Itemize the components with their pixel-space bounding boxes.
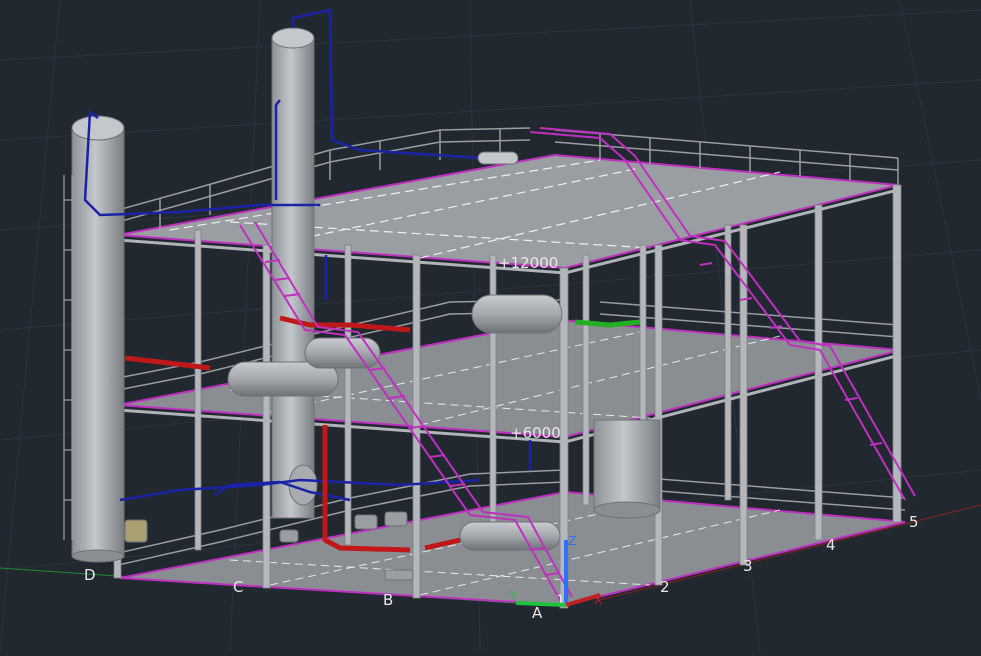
- upper-deck[interactable]: [117, 153, 899, 270]
- left-vessel-ladder: [63, 175, 73, 540]
- axis-label-2: 2: [660, 578, 670, 596]
- top-deck-drum[interactable]: [477, 151, 519, 165]
- elevation-label-middle: +6000: [510, 424, 561, 442]
- axis-label-5: 5: [909, 513, 919, 531]
- axis-label-d: D: [84, 566, 96, 584]
- ucs-y-axis: [515, 601, 567, 607]
- model-viewport[interactable]: +12000 +6000 D C B A 1 2 3 4 5 Z X Y: [0, 0, 981, 653]
- ucs-y-label: Y: [509, 589, 518, 603]
- column-vessel-left[interactable]: [71, 115, 125, 563]
- axis-label-3: 3: [743, 557, 753, 575]
- vertical-tank[interactable]: [593, 419, 661, 519]
- green-pipe: [574, 319, 641, 328]
- axis-label-4: 4: [826, 536, 836, 554]
- ucs-x-label: X: [594, 593, 602, 607]
- axis-label-b: B: [383, 591, 393, 609]
- drum-middle[interactable]: [304, 337, 381, 369]
- ucs-z-label: Z: [568, 534, 576, 548]
- drum-upper-right[interactable]: [471, 294, 563, 334]
- elevation-label-upper: +12000: [498, 254, 558, 272]
- axis-label-a: A: [532, 604, 543, 622]
- axis-label-c: C: [233, 578, 243, 596]
- drum-ground[interactable]: [459, 521, 561, 551]
